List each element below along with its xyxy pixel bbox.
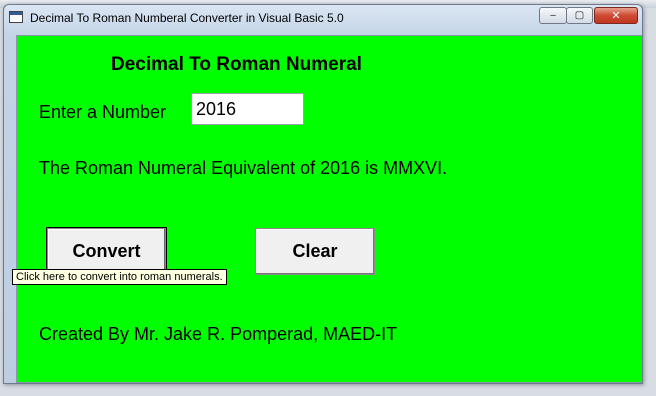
close-button[interactable]: ✕ xyxy=(594,7,638,24)
close-icon: ✕ xyxy=(611,9,621,22)
title-bar[interactable]: Decimal To Roman Numberal Converter in V… xyxy=(4,5,642,31)
number-input[interactable] xyxy=(191,93,304,125)
maximize-icon: ▢ xyxy=(574,9,585,21)
minimize-icon: ‒ xyxy=(549,9,557,21)
maximize-button[interactable]: ▢ xyxy=(566,7,593,24)
form-heading: Decimal To Roman Numeral xyxy=(111,54,362,75)
credit-text: Created By Mr. Jake R. Pomperad, MAED-IT xyxy=(39,324,398,344)
convert-button[interactable]: Convert xyxy=(46,227,167,276)
convert-tooltip: Click here to convert into roman numeral… xyxy=(12,269,227,285)
form-client-area: Decimal To Roman Numeral Enter a Number … xyxy=(16,35,642,383)
number-label: Enter a Number xyxy=(39,102,167,122)
clear-button[interactable]: Clear xyxy=(255,228,375,275)
result-text: The Roman Numeral Equivalent of 2016 is … xyxy=(39,158,448,178)
app-window-icon[interactable] xyxy=(9,11,23,23)
app-window: Decimal To Roman Numberal Converter in V… xyxy=(3,4,643,384)
minimize-button[interactable]: ‒ xyxy=(539,7,567,24)
window-title: Decimal To Roman Numberal Converter in V… xyxy=(30,11,344,25)
